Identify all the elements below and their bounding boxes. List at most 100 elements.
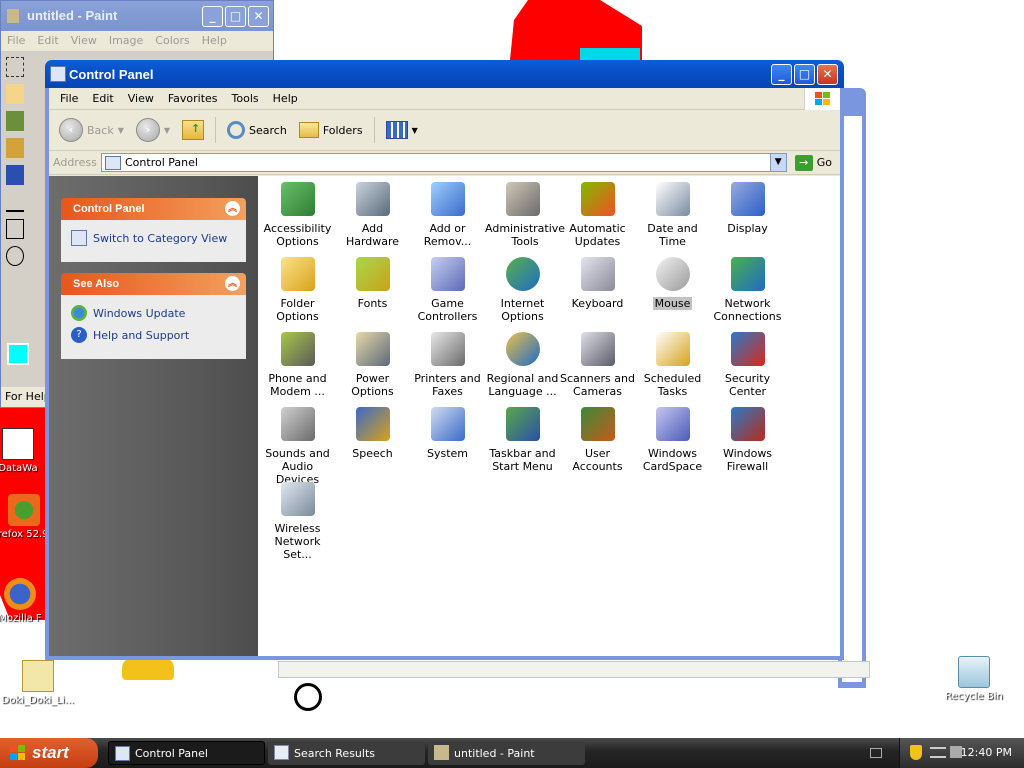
task-control-panel[interactable]: Control Panel [108,741,265,765]
line-tool-icon[interactable] [6,192,24,212]
collapse-chevron-icon[interactable]: ︽ [225,276,240,291]
start-button[interactable]: start [0,738,98,768]
keyboard-tray-icon[interactable] [870,748,882,758]
picker-tool-icon[interactable] [6,111,24,131]
address-dropdown-button[interactable]: ▼ [769,154,786,171]
cp-item-speech[interactable]: Speech [335,407,410,460]
cp-item-windows-firewall[interactable]: Windows Firewall [710,407,785,473]
paint-maximize-button[interactable]: □ [225,6,246,27]
cp-item-keyboard[interactable]: Keyboard [560,257,635,310]
menubar: File Edit View Favorites Tools Help [49,88,840,110]
search-icon [227,121,246,139]
maximize-button[interactable]: □ [794,64,815,85]
cp-item-mouse[interactable]: Mouse [635,257,710,310]
paint-close-button[interactable]: ✕ [248,6,269,27]
window-titlebar[interactable]: Control Panel _ □ ✕ [45,60,844,88]
menu-file[interactable]: File [53,92,85,105]
pencil-tool-icon[interactable] [6,138,24,158]
security-shield-icon[interactable] [910,745,922,760]
ellipse-tool-icon[interactable] [6,246,24,266]
eraser-tool-icon[interactable] [6,84,24,104]
views-button[interactable]: ▼ [382,119,422,141]
cp-item-date-and-time[interactable]: Date and Time [635,182,710,248]
cp-item-phone-and-modem[interactable]: Phone and Modem ... [260,332,335,398]
switch-category-view-link[interactable]: Switch to Category View [71,230,236,246]
cp-item-game-controllers[interactable]: Game Controllers [410,257,485,323]
paint-menu-edit[interactable]: Edit [37,34,58,48]
paint-menu-file[interactable]: File [7,34,25,48]
back-button[interactable]: ‹ Back ▼ [55,116,128,144]
cp-item-fonts[interactable]: Fonts [335,257,410,310]
address-input[interactable]: Control Panel ▼ [101,153,787,172]
paint-menu-colors[interactable]: Colors [155,34,189,48]
task-label: Control Panel [135,746,208,760]
see-also-body: Windows Update ? Help and Support [61,295,246,359]
windows-update-link[interactable]: Windows Update [71,305,236,321]
select-tool-icon[interactable] [6,57,24,77]
folders-button[interactable]: Folders [295,120,367,140]
see-also-header[interactable]: See Also ︽ [61,273,246,295]
desktop-icon-doki[interactable]: Doki_Doki_Li... [0,660,76,706]
cp-item-scheduled-tasks[interactable]: Scheduled Tasks [635,332,710,398]
close-button[interactable]: ✕ [817,64,838,85]
cp-item-folder-options[interactable]: Folder Options [260,257,335,323]
users-icon [580,407,615,441]
menu-edit[interactable]: Edit [85,92,120,105]
cp-item-user-accounts[interactable]: User Accounts [560,407,635,473]
cp-item-add-or-remov[interactable]: Add or Remov... [410,182,485,248]
collapse-chevron-icon[interactable]: ︽ [225,201,240,216]
menu-help[interactable]: Help [266,92,305,105]
cp-item-label: Game Controllers [417,297,478,323]
cp-item-add-hardware[interactable]: Add Hardware [335,182,410,248]
forward-button[interactable]: › ▼ [132,116,174,144]
cp-item-scanners-and-cameras[interactable]: Scanners and Cameras [560,332,635,398]
cp-item-label: Administrative Tools [485,222,566,248]
scheduled-folder-icon [655,332,690,366]
desktop-icon-recycle-bin[interactable]: Recycle Bin [936,656,1012,702]
cp-item-windows-cardspace[interactable]: Windows CardSpace [635,407,710,473]
menu-view[interactable]: View [121,92,161,105]
cp-item-wireless-network-set[interactable]: Wireless Network Set... [260,482,335,561]
cp-item-security-center[interactable]: Security Center [710,332,785,398]
shortcut-icon [2,428,34,460]
address-value: Control Panel [125,156,198,169]
menu-favorites[interactable]: Favorites [161,92,225,105]
cp-item-accessibility-options[interactable]: Accessibility Options [260,182,335,248]
cp-item-regional-and-language[interactable]: Regional and Language ... [485,332,560,398]
cp-item-label: Sounds and Audio Devices [265,447,330,486]
network-tray-icon[interactable] [930,747,946,758]
paint-menu-image[interactable]: Image [109,34,143,48]
horizontal-scrollbar[interactable] [278,661,870,678]
paint-color-swatch[interactable] [7,343,29,365]
system-tray: 12:40 PM [899,738,1024,768]
cp-item-display[interactable]: Display [710,182,785,235]
paint-toolbox [5,55,47,271]
menu-tools[interactable]: Tools [225,92,266,105]
control-panel-window[interactable]: Control Panel _ □ ✕ File Edit View Favor… [45,60,870,678]
cp-item-network-connections[interactable]: Network Connections [710,257,785,323]
cp-item-printers-and-faxes[interactable]: Printers and Faxes [410,332,485,398]
control-panel-task-header[interactable]: Control Panel ︽ [61,198,246,220]
cp-item-power-options[interactable]: Power Options [335,332,410,398]
paint-minimize-button[interactable]: _ [202,6,223,27]
paint-titlebar[interactable]: untitled - Paint _ □ ✕ [1,1,273,31]
cp-item-system[interactable]: System [410,407,485,460]
up-button[interactable]: ↑ [178,118,208,142]
paint-menu-view[interactable]: View [71,34,97,48]
rectangle-tool-icon[interactable] [6,219,24,239]
cp-item-sounds-and-audio-devices[interactable]: Sounds and Audio Devices [260,407,335,486]
cp-item-automatic-updates[interactable]: Automatic Updates [560,182,635,248]
help-support-link[interactable]: ? Help and Support [71,327,236,343]
minimize-button[interactable]: _ [771,64,792,85]
go-button[interactable]: → Go [791,154,836,171]
regional-globe-icon [505,332,540,366]
task-paint[interactable]: untitled - Paint [428,741,585,765]
cp-item-taskbar-and-start-menu[interactable]: Taskbar and Start Menu [485,407,560,473]
cp-item-internet-options[interactable]: Internet Options [485,257,560,323]
task-search-results[interactable]: Search Results [268,741,425,765]
paint-menu-help[interactable]: Help [202,34,227,48]
toolbar-separator [373,117,375,143]
search-button[interactable]: Search [223,119,291,141]
brush-tool-icon[interactable] [6,165,24,185]
cp-item-administrative-tools[interactable]: Administrative Tools [485,182,565,248]
